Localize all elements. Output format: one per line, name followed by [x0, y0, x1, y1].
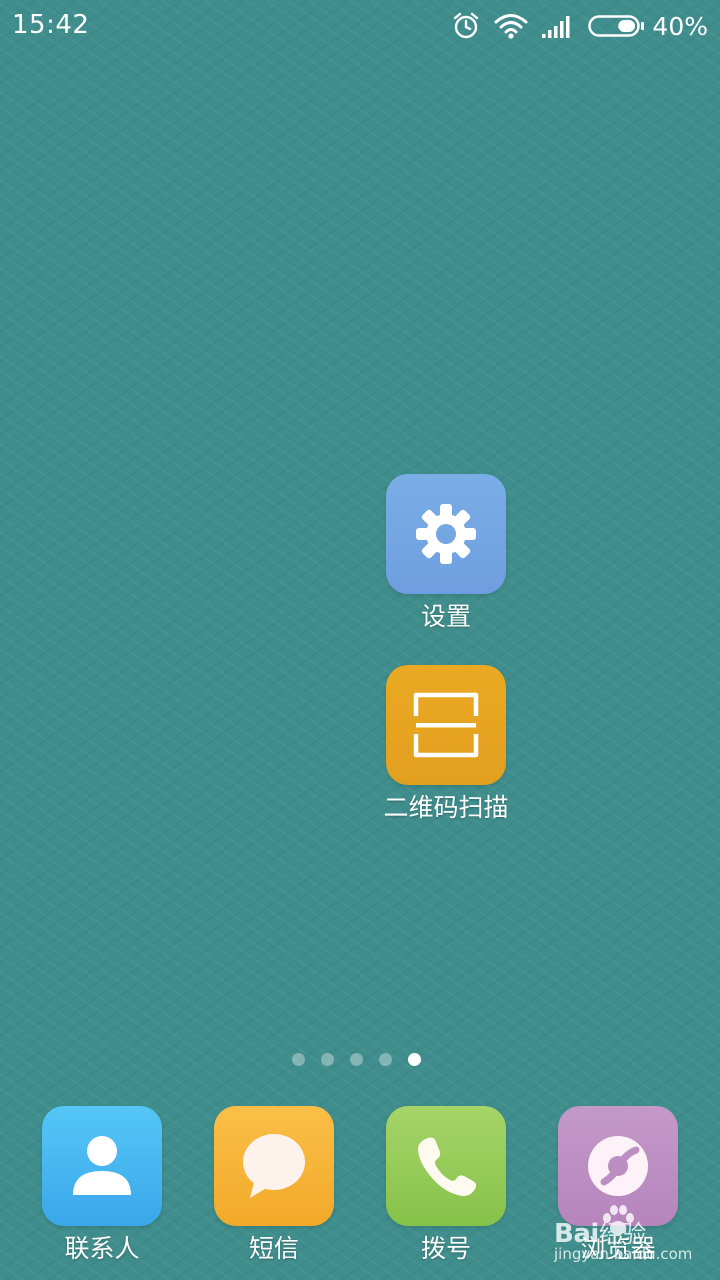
app-label-contacts: 联系人: [64, 1234, 140, 1263]
gear-icon: [416, 504, 476, 564]
browser-app-icon[interactable]: [558, 1106, 678, 1226]
signal-icon: [542, 16, 570, 38]
person-icon: [73, 1136, 131, 1195]
wifi-icon: [494, 14, 528, 39]
battery-icon: [588, 15, 645, 37]
scan-frame-icon: [413, 692, 479, 758]
app-label-dialer: 拨号: [420, 1234, 471, 1263]
qr-scan-app-icon[interactable]: [386, 665, 506, 785]
dock-app-dialer[interactable]: 拨号: [360, 1106, 532, 1265]
contacts-app-icon[interactable]: [42, 1106, 162, 1226]
app-label-qr-scan: 二维码扫描: [383, 793, 509, 822]
status-time: 15:42: [12, 10, 90, 40]
settings-app-icon[interactable]: [386, 474, 506, 594]
page-dot-3[interactable]: [349, 1053, 363, 1066]
page-dot-2[interactable]: [320, 1053, 334, 1066]
page-indicator: [0, 1053, 720, 1066]
app-qr-scan[interactable]: 二维码扫描: [360, 665, 532, 824]
dock-app-browser[interactable]: 浏览器: [532, 1106, 704, 1265]
page-dot-1[interactable]: [291, 1053, 305, 1066]
status-bar: 15:42 40%: [0, 0, 720, 52]
dock-app-contacts[interactable]: 联系人: [16, 1106, 188, 1265]
alarm-icon: [454, 12, 479, 39]
speech-bubble-icon: [243, 1134, 305, 1198]
dialer-app-icon[interactable]: [386, 1106, 506, 1226]
page-dot-5[interactable]: [407, 1053, 421, 1066]
app-label-settings: 设置: [420, 602, 471, 631]
page-dot-4[interactable]: [378, 1053, 392, 1066]
phone-icon: [418, 1137, 477, 1196]
browser-logo-icon: [588, 1136, 648, 1196]
dock-app-sms[interactable]: 短信: [188, 1106, 360, 1265]
battery-percent: 40%: [652, 11, 708, 41]
app-label-sms: 短信: [248, 1234, 299, 1263]
app-label-browser: 浏览器: [580, 1234, 656, 1263]
status-icons: 40%: [438, 10, 708, 42]
sms-app-icon[interactable]: [214, 1106, 334, 1226]
app-settings[interactable]: 设置: [360, 474, 532, 633]
